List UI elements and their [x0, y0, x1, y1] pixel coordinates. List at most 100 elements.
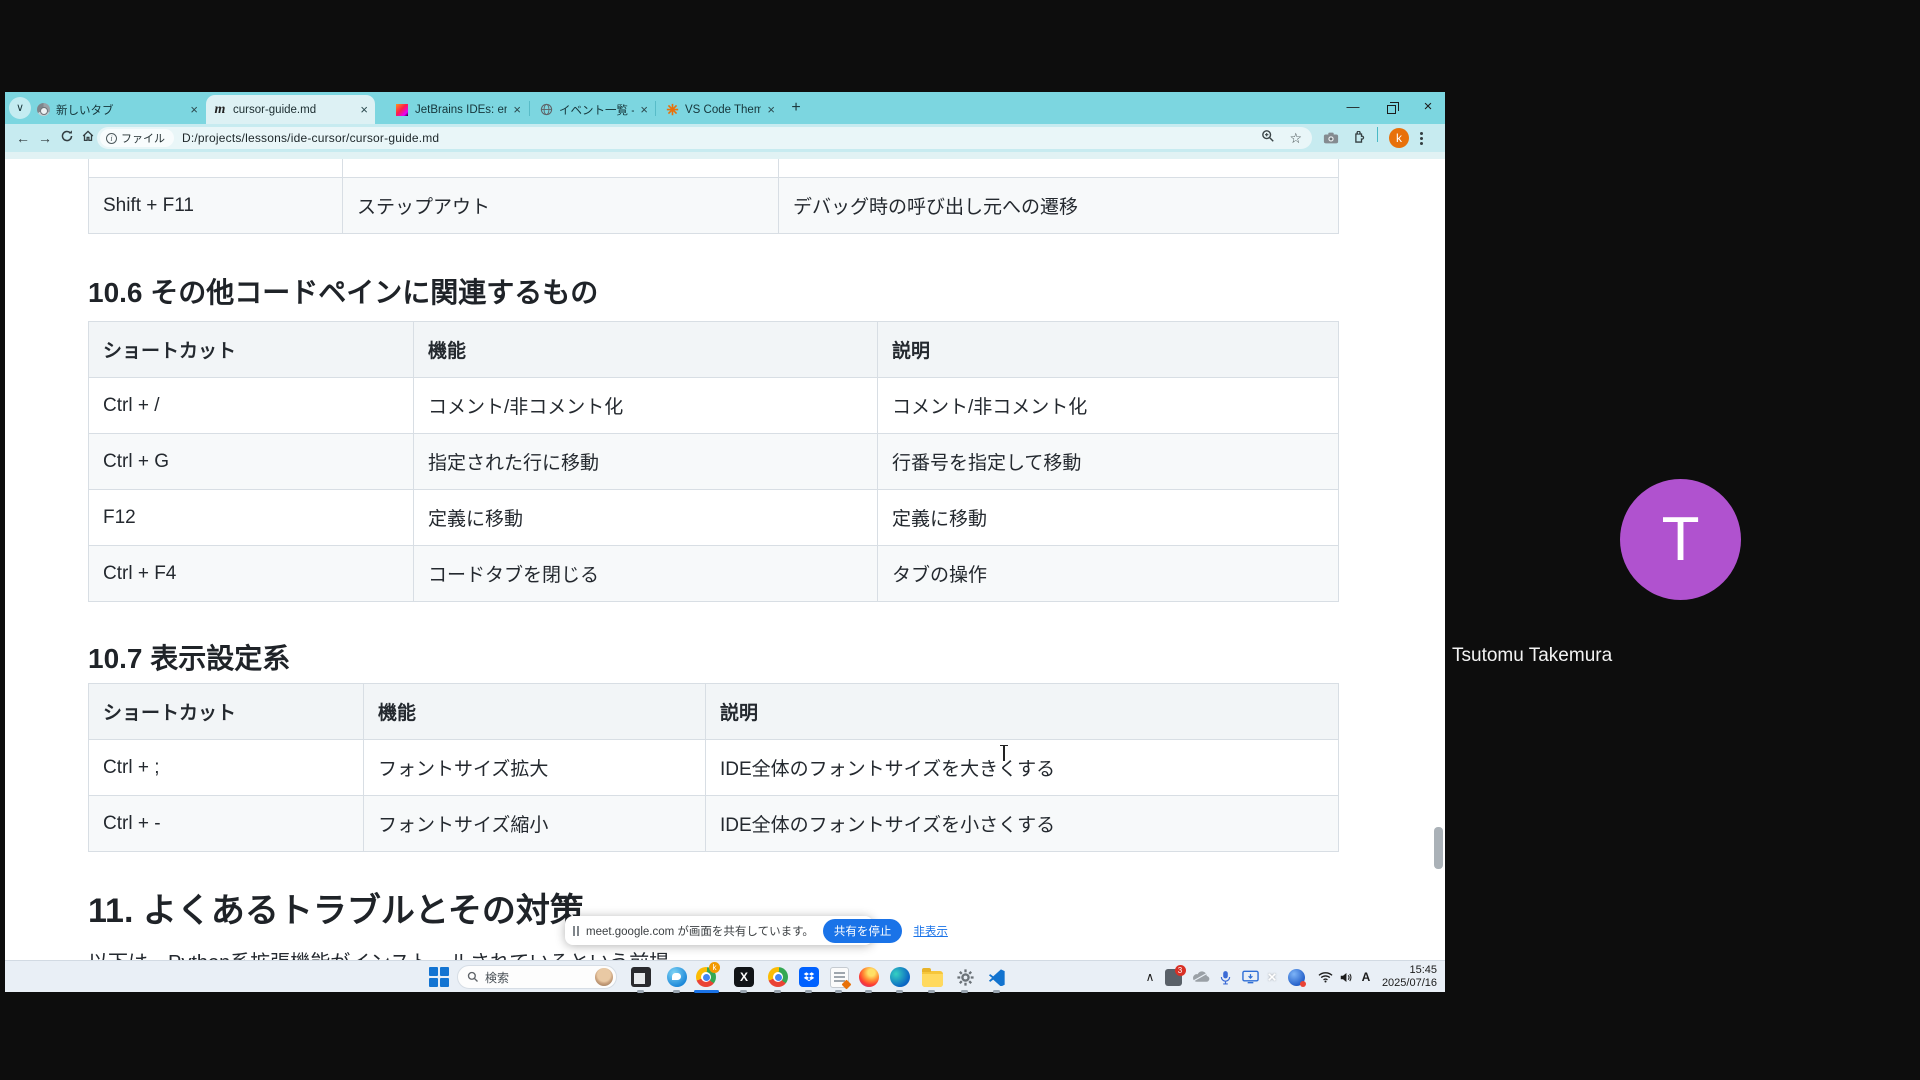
new-tab-button[interactable]: + — [785, 97, 807, 119]
tab-title: VS Code Theme Customization — [685, 104, 761, 116]
tab-close-icon[interactable]: × — [360, 102, 368, 117]
search-highlight-avatar — [595, 968, 613, 986]
debug-shortcut-table: F11 ステップイン デバッグ時の関数内部実行 Shift + F11 ステップ… — [88, 159, 1339, 234]
running-indicator — [774, 990, 781, 993]
tray-notification-badge-icon[interactable]: 3 — [1163, 965, 1183, 989]
body-paragraph: 以下は、Python系拡張機能がインストールされているという前提 — [88, 946, 1445, 960]
zoom-icon[interactable] — [1261, 129, 1275, 148]
photos-app-icon[interactable] — [629, 965, 653, 989]
dropbox-icon[interactable] — [797, 965, 821, 989]
hide-banner-link[interactable]: 非表示 — [913, 923, 948, 939]
cell-function: ステップアウト — [343, 178, 779, 234]
cell-description: IDE全体のフォントサイズを小さくする — [706, 796, 1339, 852]
running-indicator — [993, 990, 1000, 993]
wifi-icon[interactable] — [1315, 965, 1335, 989]
taskbar-search[interactable]: 検索 — [457, 965, 617, 989]
microphone-icon[interactable] — [1215, 965, 1235, 989]
cell-shortcut: Ctrl + ; — [89, 740, 364, 796]
notepad-icon[interactable] — [827, 965, 851, 989]
cell-shortcut: Ctrl + - — [89, 796, 364, 852]
window-restore-button[interactable] — [1376, 94, 1406, 120]
volume-icon[interactable] — [1336, 965, 1356, 989]
screen-cast-icon[interactable] — [1239, 965, 1261, 989]
table-row: Ctrl + G 指定された行に移動 行番号を指定して移動 — [89, 434, 1339, 490]
tab-title: JetBrains IDEs: enjoy an excepti — [415, 104, 507, 116]
start-button[interactable] — [429, 967, 449, 987]
active-app-indicator — [694, 990, 719, 993]
screen-share-banner: meet.google.com が画面を共有しています。 共有を停止 非表示 — [565, 916, 873, 945]
tab-close-icon[interactable]: × — [640, 102, 648, 117]
firefox-icon[interactable] — [857, 965, 881, 989]
running-indicator — [637, 990, 644, 993]
scrollbar-thumb[interactable] — [1434, 827, 1443, 869]
globe-favicon-icon — [539, 103, 553, 117]
home-icon[interactable] — [78, 128, 98, 148]
window-minimize-button[interactable]: — — [1338, 94, 1368, 120]
taskbar-clock[interactable]: 15:45 2025/07/16 — [1367, 964, 1437, 990]
browser-menu-icon[interactable] — [1420, 127, 1423, 149]
cell-function: コメント/非コメント化 — [414, 378, 878, 434]
bookmark-star-icon[interactable]: ☆ — [1289, 130, 1302, 147]
stop-sharing-button[interactable]: 共有を停止 — [823, 919, 903, 943]
chrome-secondary-icon[interactable] — [766, 965, 790, 989]
section-heading-10-7: 10.7 表示設定系 — [88, 642, 1445, 675]
table-row: Ctrl + ; フォントサイズ拡大 IDE全体のフォントサイズを大きくする — [89, 740, 1339, 796]
cell-description: タブの操作 — [878, 546, 1339, 602]
meet-camera-indicator-icon[interactable] — [1285, 965, 1307, 989]
overlay-close-x-icon[interactable]: × — [1263, 965, 1281, 989]
omnibox[interactable]: i ファイル D:/projects/lessons/ide-cursor/cu… — [97, 127, 1312, 149]
forward-icon[interactable]: → — [35, 128, 55, 148]
tab-vscode-theme[interactable]: VS Code Theme Customization × — [658, 95, 782, 124]
code-pane-shortcut-table: ショートカット 機能 説明 Ctrl + / コメント/非コメント化 コメント/… — [88, 321, 1339, 602]
edge-icon[interactable] — [888, 965, 912, 989]
tab-close-icon[interactable]: × — [767, 102, 775, 117]
starburst-favicon-icon — [665, 103, 679, 117]
tab-close-icon[interactable]: × — [513, 102, 521, 117]
tab-close-icon[interactable]: × — [190, 102, 198, 117]
share-banner-message: meet.google.com が画面を共有しています。 — [586, 923, 814, 939]
window-close-button[interactable]: × — [1413, 94, 1443, 120]
cell-description: 定義に移動 — [878, 490, 1339, 546]
url-scheme-chip[interactable]: i ファイル — [100, 129, 174, 147]
vscode-icon[interactable] — [985, 965, 1009, 989]
settings-gear-icon[interactable] — [953, 965, 977, 989]
tab-search-button[interactable]: ∨ — [9, 97, 31, 119]
presenting-icon — [573, 926, 579, 936]
cell-description: コメント/非コメント化 — [878, 378, 1339, 434]
tray-chevron-icon[interactable]: ∧ — [1141, 965, 1159, 989]
running-indicator — [835, 990, 842, 993]
x-app-icon[interactable]: X — [732, 965, 756, 989]
cell-shortcut: Ctrl + F4 — [89, 546, 414, 602]
tab-title: 新しいタブ — [56, 102, 184, 118]
avatar-initial: T — [1662, 504, 1700, 575]
running-indicator — [961, 990, 968, 993]
tab-cursor-guide[interactable]: m cursor-guide.md × — [206, 95, 375, 124]
reload-icon[interactable] — [57, 128, 77, 148]
onedrive-icon[interactable] — [1189, 965, 1211, 989]
profile-initial: k — [1389, 128, 1409, 148]
chrome-taskbar-icon[interactable]: k — [694, 965, 718, 989]
blue-circle-app-icon[interactable] — [665, 965, 689, 989]
url-text[interactable]: D:/projects/lessons/ide-cursor/cursor-gu… — [182, 131, 439, 145]
file-explorer-icon[interactable] — [920, 965, 944, 989]
running-indicator — [805, 990, 812, 993]
section-heading-10-6: 10.6 その他コードペインに関連するもの — [88, 276, 1445, 309]
cell-function: フォントサイズ縮小 — [364, 796, 706, 852]
running-indicator — [740, 990, 747, 993]
back-icon[interactable]: ← — [13, 128, 33, 148]
tab-title: イベント一覧 - Google Calendar — [559, 102, 634, 118]
cell-function: フォントサイズ拡大 — [364, 740, 706, 796]
profile-avatar[interactable]: k — [1389, 127, 1409, 149]
tab-capture-icon[interactable] — [1323, 127, 1339, 149]
text-cursor-pointer — [999, 745, 1009, 761]
col-header: 説明 — [878, 322, 1339, 378]
running-indicator — [896, 990, 903, 993]
extensions-puzzle-icon[interactable] — [1351, 127, 1366, 149]
info-icon: i — [106, 133, 117, 144]
tab-jetbrains[interactable]: JetBrains IDEs: enjoy an excepti × — [388, 95, 528, 124]
tab-new-tab[interactable]: 新しいタブ × — [29, 95, 205, 124]
table-row: F12 定義に移動 定義に移動 — [89, 490, 1339, 546]
table-row: Ctrl + / コメント/非コメント化 コメント/非コメント化 — [89, 378, 1339, 434]
cell-shortcut: Shift + F11 — [89, 178, 343, 234]
tab-google-calendar[interactable]: イベント一覧 - Google Calendar × — [532, 95, 655, 124]
